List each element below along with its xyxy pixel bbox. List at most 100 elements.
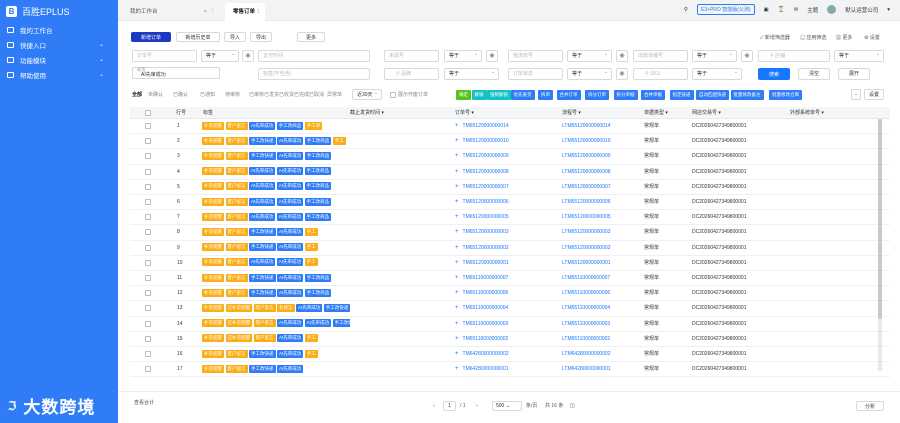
row-checkbox[interactable]: [145, 290, 151, 297]
chevron-down-icon[interactable]: ⌄: [851, 89, 861, 100]
status-filter[interactable]: 全部: [132, 91, 142, 98]
action-button[interactable]: 拆分单据: [613, 90, 638, 100]
shop-operator[interactable]: 等于: [834, 49, 884, 62]
more-link[interactable]: ▦ 更多: [836, 34, 852, 41]
hide-icon[interactable]: ◉: [486, 50, 498, 62]
search-icon[interactable]: ⚲: [684, 7, 688, 13]
order-no-operator[interactable]: 等于: [201, 49, 239, 62]
more-icon[interactable]: ⋮: [210, 3, 216, 21]
status-filter[interactable]: 已收货: [279, 91, 294, 98]
order-status-select[interactable]: 订单状态: [508, 68, 563, 80]
table-row[interactable]: 15 补货提醒 已补货提醒 客户留言 AI先审成功 手工 + TM65110000000002…: [130, 332, 890, 347]
expand-plus-icon[interactable]: +: [455, 321, 459, 327]
row-checkbox[interactable]: [145, 153, 151, 160]
clear-button[interactable]: 清空: [798, 68, 830, 80]
flow-no-link[interactable]: LTM65120000000014: [562, 119, 611, 134]
col-doc-type[interactable]: 单据类型 ▾: [644, 107, 668, 119]
row-checkbox[interactable]: [145, 351, 151, 357]
status-filter[interactable]: 已发货: [264, 91, 279, 98]
flow-no-link[interactable]: LTM65120000000006: [562, 195, 611, 210]
pay-time-input[interactable]: 支付时间: [258, 50, 370, 62]
expand-plus-icon[interactable]: +: [455, 169, 459, 175]
sidebar-item-3[interactable]: 帮助使用 ⌄: [0, 67, 118, 82]
hide-icon[interactable]: ◉: [242, 50, 254, 62]
order-no-cell[interactable]: + TM65110000000002: [455, 332, 508, 347]
table-row[interactable]: 13补货提醒已补货提醒客户留言有留言AI先审成功手工改快递手+TM6511000…: [130, 301, 890, 317]
tab-workbench[interactable]: 我的工作台 × ⋮: [118, 3, 223, 21]
expand-plus-icon[interactable]: +: [455, 214, 459, 220]
table-row[interactable]: 4 补货提醒 客户留言 AI先审成功 AI先审成功 手工改商品 + TM65120000000…: [130, 165, 890, 180]
row-checkbox[interactable]: [145, 183, 151, 190]
logistics-no-input[interactable]: 物流单号: [508, 50, 563, 62]
row-checkbox[interactable]: [145, 138, 151, 145]
expand-plus-icon[interactable]: +: [455, 123, 459, 129]
flow-no-link[interactable]: LTM65120000000002: [562, 241, 611, 256]
table-row[interactable]: 6 补货提醒 客户留言 AI先审成功 AI先审成功 手工改商品 + TM65120000000…: [130, 195, 890, 211]
order-no-cell[interactable]: + TM65120000000001: [455, 256, 509, 271]
status-filter[interactable]: 异常单: [327, 91, 342, 98]
new-history-button[interactable]: 新增历史单: [176, 32, 220, 42]
prev-page-icon[interactable]: ‹: [433, 401, 435, 411]
tab-retail-orders[interactable]: 零售订单 ⋮: [225, 3, 265, 21]
row-checkbox[interactable]: [145, 275, 151, 281]
action-button[interactable]: 拆单: [538, 90, 553, 100]
action-button[interactable]: 拆分订单: [585, 90, 609, 100]
col-order-no[interactable]: 订单号 ▾: [455, 107, 474, 119]
action-button[interactable]: 强制解锁: [487, 90, 511, 100]
order-no-cell[interactable]: + TM65110000000007: [455, 271, 508, 286]
flow-no-link[interactable]: LTM65110000000003: [562, 317, 610, 332]
table-row[interactable]: 17 补货提醒 客户留言 手工改快递 AI先审成功 + TM64280000000001 LT…: [130, 362, 890, 378]
expand-plus-icon[interactable]: +: [455, 260, 459, 266]
status-filter[interactable]: 已确认: [173, 91, 188, 98]
col-txn-no[interactable]: 网店交易号 ▾: [692, 107, 721, 119]
row-checkbox[interactable]: [145, 320, 151, 327]
sku-input[interactable]: ⚲ SKU: [633, 68, 688, 80]
brand-input[interactable]: ⚲ 品牌: [384, 68, 439, 80]
flow-no-link[interactable]: LTM65120000000005: [562, 210, 611, 225]
hide-icon[interactable]: ◉: [741, 50, 753, 62]
order-no-cell[interactable]: + TM65120000000010: [455, 134, 509, 149]
flow-no-link[interactable]: LTM65110000000007: [562, 271, 610, 286]
order-no-cell[interactable]: + TM65110000000006: [455, 286, 508, 301]
expand-plus-icon[interactable]: +: [455, 199, 459, 205]
order-no-cell[interactable]: + TM65120000000014: [455, 119, 509, 134]
flow-no-link[interactable]: LTM65110000000002: [562, 332, 610, 347]
flow-no-link[interactable]: LTM64280000000001: [562, 362, 611, 377]
flow-no-link[interactable]: LTM65120000000007: [562, 180, 611, 195]
order-no-cell[interactable]: + TM65110000000004: [455, 301, 508, 316]
table-row[interactable]: 8 补货提醒 客户留言 手工改快递 AI先审成功 手工 + TM65120000000003 L…: [130, 225, 890, 241]
table-row[interactable]: 7 补货提醒 客户留言 AI先审成功 AI先审成功 手工改商品 + TM65120000000…: [130, 210, 890, 226]
status-filter[interactable]: 已取消: [309, 91, 324, 98]
row-checkbox[interactable]: [145, 259, 151, 266]
close-icon[interactable]: ×: [204, 3, 207, 21]
tag-select[interactable]: 标签 AI先审成功: [132, 67, 220, 79]
action-button[interactable]: 合并订单: [556, 90, 581, 100]
table-scrollbar[interactable]: [878, 119, 882, 371]
table-row[interactable]: 10 补货提醒 客户留言 AI先审成功 AI先审成功 手工 + TM6512000000000…: [130, 256, 890, 271]
page-size-select[interactable]: 500 ⌄: [492, 401, 522, 411]
flow-no-link[interactable]: LTM64280000000002: [562, 347, 611, 362]
table-row[interactable]: 5 补货提醒 客户留言 AI先审成功 AI先审成功 手工改商品 + TM65120000000…: [130, 180, 890, 195]
export-button[interactable]: 导出: [250, 32, 272, 42]
shop-input[interactable]: ⚲ 店铺: [758, 50, 830, 62]
action-button[interactable]: 合并单据: [641, 90, 665, 100]
source-no-input[interactable]: 来源号: [384, 50, 439, 62]
row-checkbox[interactable]: [145, 229, 151, 236]
status-filter[interactable]: 已通知: [200, 91, 215, 98]
sidebar-item-1[interactable]: 快捷入口 ⌄: [0, 37, 118, 52]
status-filter[interactable]: 已完成: [294, 91, 309, 98]
flow-no-link[interactable]: LTM65120000000001: [562, 256, 611, 271]
settings-link[interactable]: ⚙ 设置: [864, 34, 880, 41]
more-button[interactable]: 更多: [297, 32, 325, 42]
expand-plus-icon[interactable]: +: [455, 229, 459, 235]
expand-plus-icon[interactable]: +: [455, 336, 459, 342]
order-no-cell[interactable]: + TM65120000000009: [455, 149, 509, 164]
search-button[interactable]: 搜索: [758, 68, 790, 80]
row-checkbox[interactable]: [145, 305, 151, 312]
hide-icon[interactable]: ◉: [616, 50, 628, 62]
import-button[interactable]: 导入: [224, 32, 246, 42]
table-row[interactable]: 16 补货提醒 客户留言 手工改快递 AI先审成功 手工 + TM64280000000002…: [130, 347, 890, 363]
flow-no-link[interactable]: LTM65120000000009: [562, 149, 611, 164]
next-page-icon[interactable]: ›: [476, 401, 478, 411]
col-external-no[interactable]: 外部系统单号 ▾: [790, 107, 824, 119]
